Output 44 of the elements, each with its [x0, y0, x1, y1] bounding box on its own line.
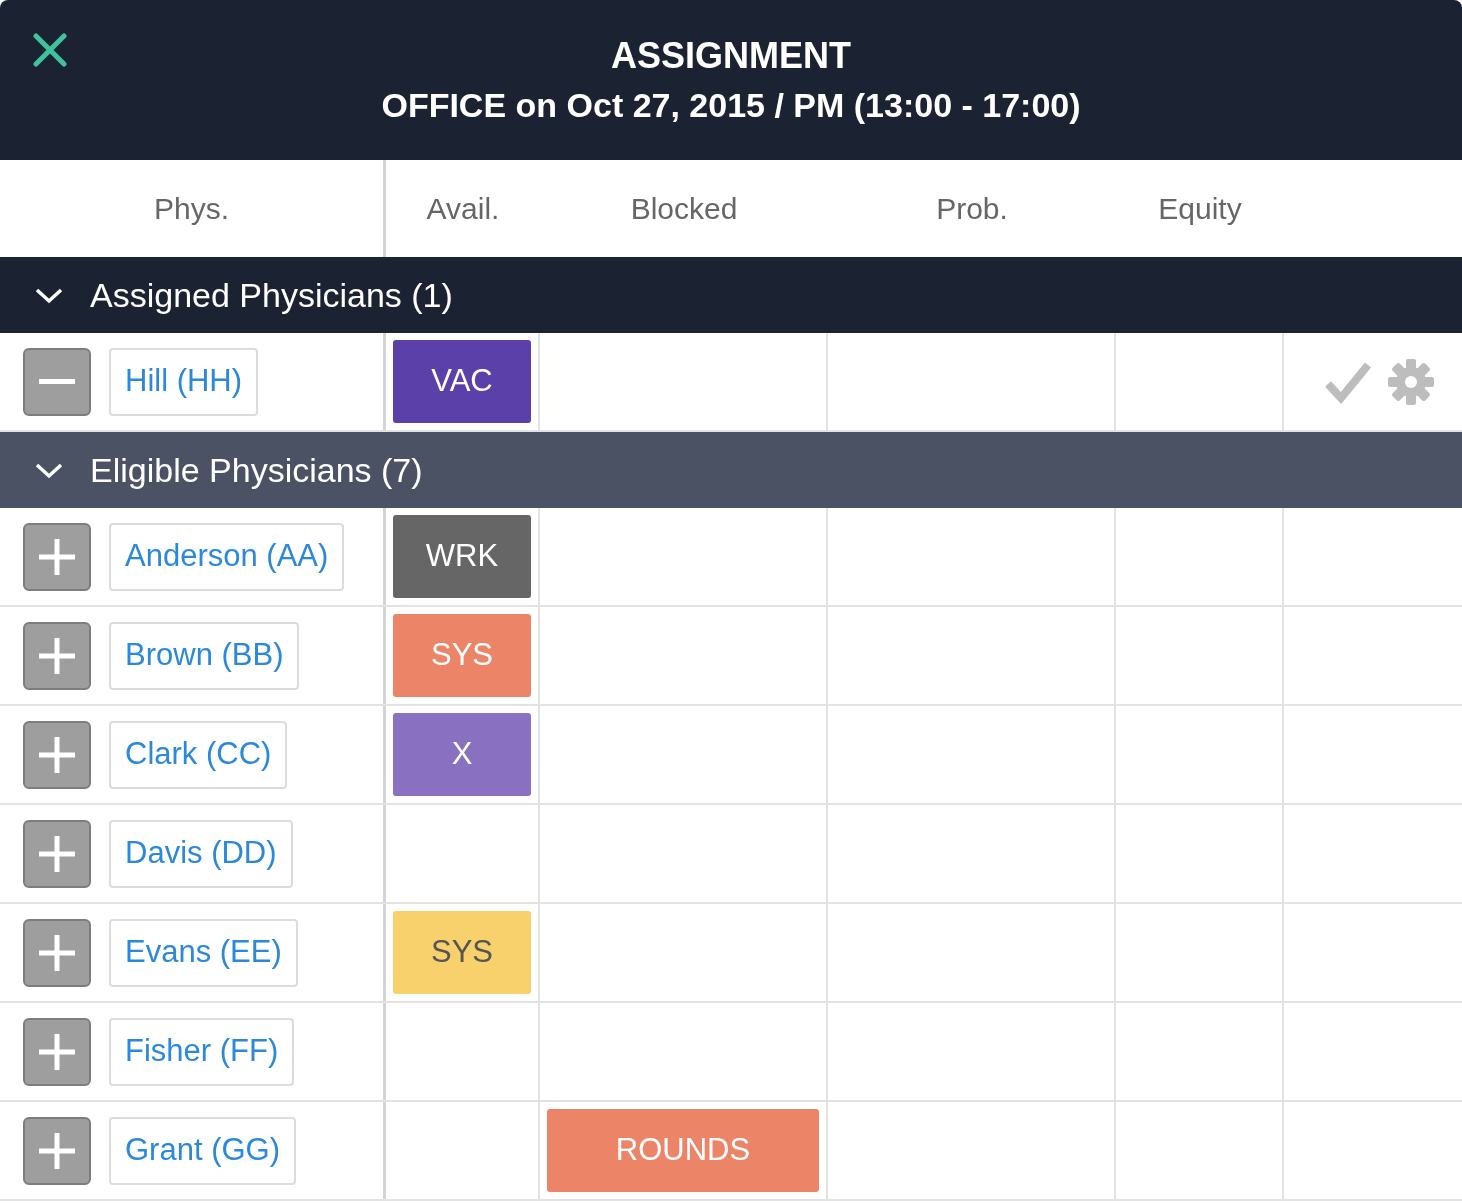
group-title: Eligible Physicians (7): [90, 449, 423, 491]
add-button[interactable]: [23, 819, 91, 888]
dialog-subtitle: OFFICE on Oct 27, 2015 / PM (13:00 - 17:00): [381, 88, 1081, 122]
physician-link[interactable]: Grant (GG): [109, 1116, 296, 1185]
physician-link[interactable]: Anderson (AA): [109, 522, 345, 591]
physician-link[interactable]: Fisher (FF): [109, 1017, 295, 1086]
plus-icon: [39, 835, 75, 872]
physician-link[interactable]: Clark (CC): [109, 720, 288, 789]
status-badge: SYS: [393, 911, 531, 994]
status-badge: ROUNDS: [547, 1109, 819, 1192]
physician-link[interactable]: Brown (BB): [109, 621, 300, 690]
add-button[interactable]: [23, 720, 91, 789]
plus-icon: [39, 637, 75, 674]
plus-icon: [39, 1132, 75, 1169]
minus-icon: [39, 379, 75, 384]
plus-icon: [39, 1033, 75, 1070]
column-header[interactable]: Avail.: [426, 186, 500, 231]
group-title: Assigned Physicians (1): [90, 274, 453, 316]
column-header[interactable]: Blocked: [630, 186, 738, 231]
column-header[interactable]: Phys.: [154, 186, 229, 231]
status-badge: SYS: [393, 614, 531, 697]
dialog-title: ASSIGNMENT: [611, 38, 851, 74]
settings-icon: [1386, 356, 1436, 407]
status-badge: X: [393, 713, 531, 796]
add-button[interactable]: [23, 621, 91, 690]
remove-button[interactable]: [23, 347, 91, 416]
plus-icon: [39, 538, 75, 575]
group-header[interactable]: Assigned Physicians (1): [0, 257, 1462, 333]
physician-link[interactable]: Hill (HH): [109, 347, 259, 416]
physician-link[interactable]: Davis (DD): [109, 819, 293, 888]
column-header[interactable]: Prob.: [936, 186, 1008, 231]
close-button[interactable]: [30, 30, 70, 70]
plus-icon: [39, 736, 75, 773]
close-icon: [33, 33, 67, 67]
status-badge: VAC: [393, 340, 531, 423]
add-button[interactable]: [23, 1017, 91, 1086]
add-button[interactable]: [23, 522, 91, 591]
plus-icon: [39, 934, 75, 971]
status-badge: WRK: [393, 515, 531, 598]
group-header[interactable]: Eligible Physicians (7): [0, 432, 1462, 508]
add-button[interactable]: [23, 1116, 91, 1185]
physician-link[interactable]: Evans (EE): [109, 918, 298, 987]
add-button[interactable]: [23, 918, 91, 987]
column-header[interactable]: Equity: [1158, 186, 1242, 231]
